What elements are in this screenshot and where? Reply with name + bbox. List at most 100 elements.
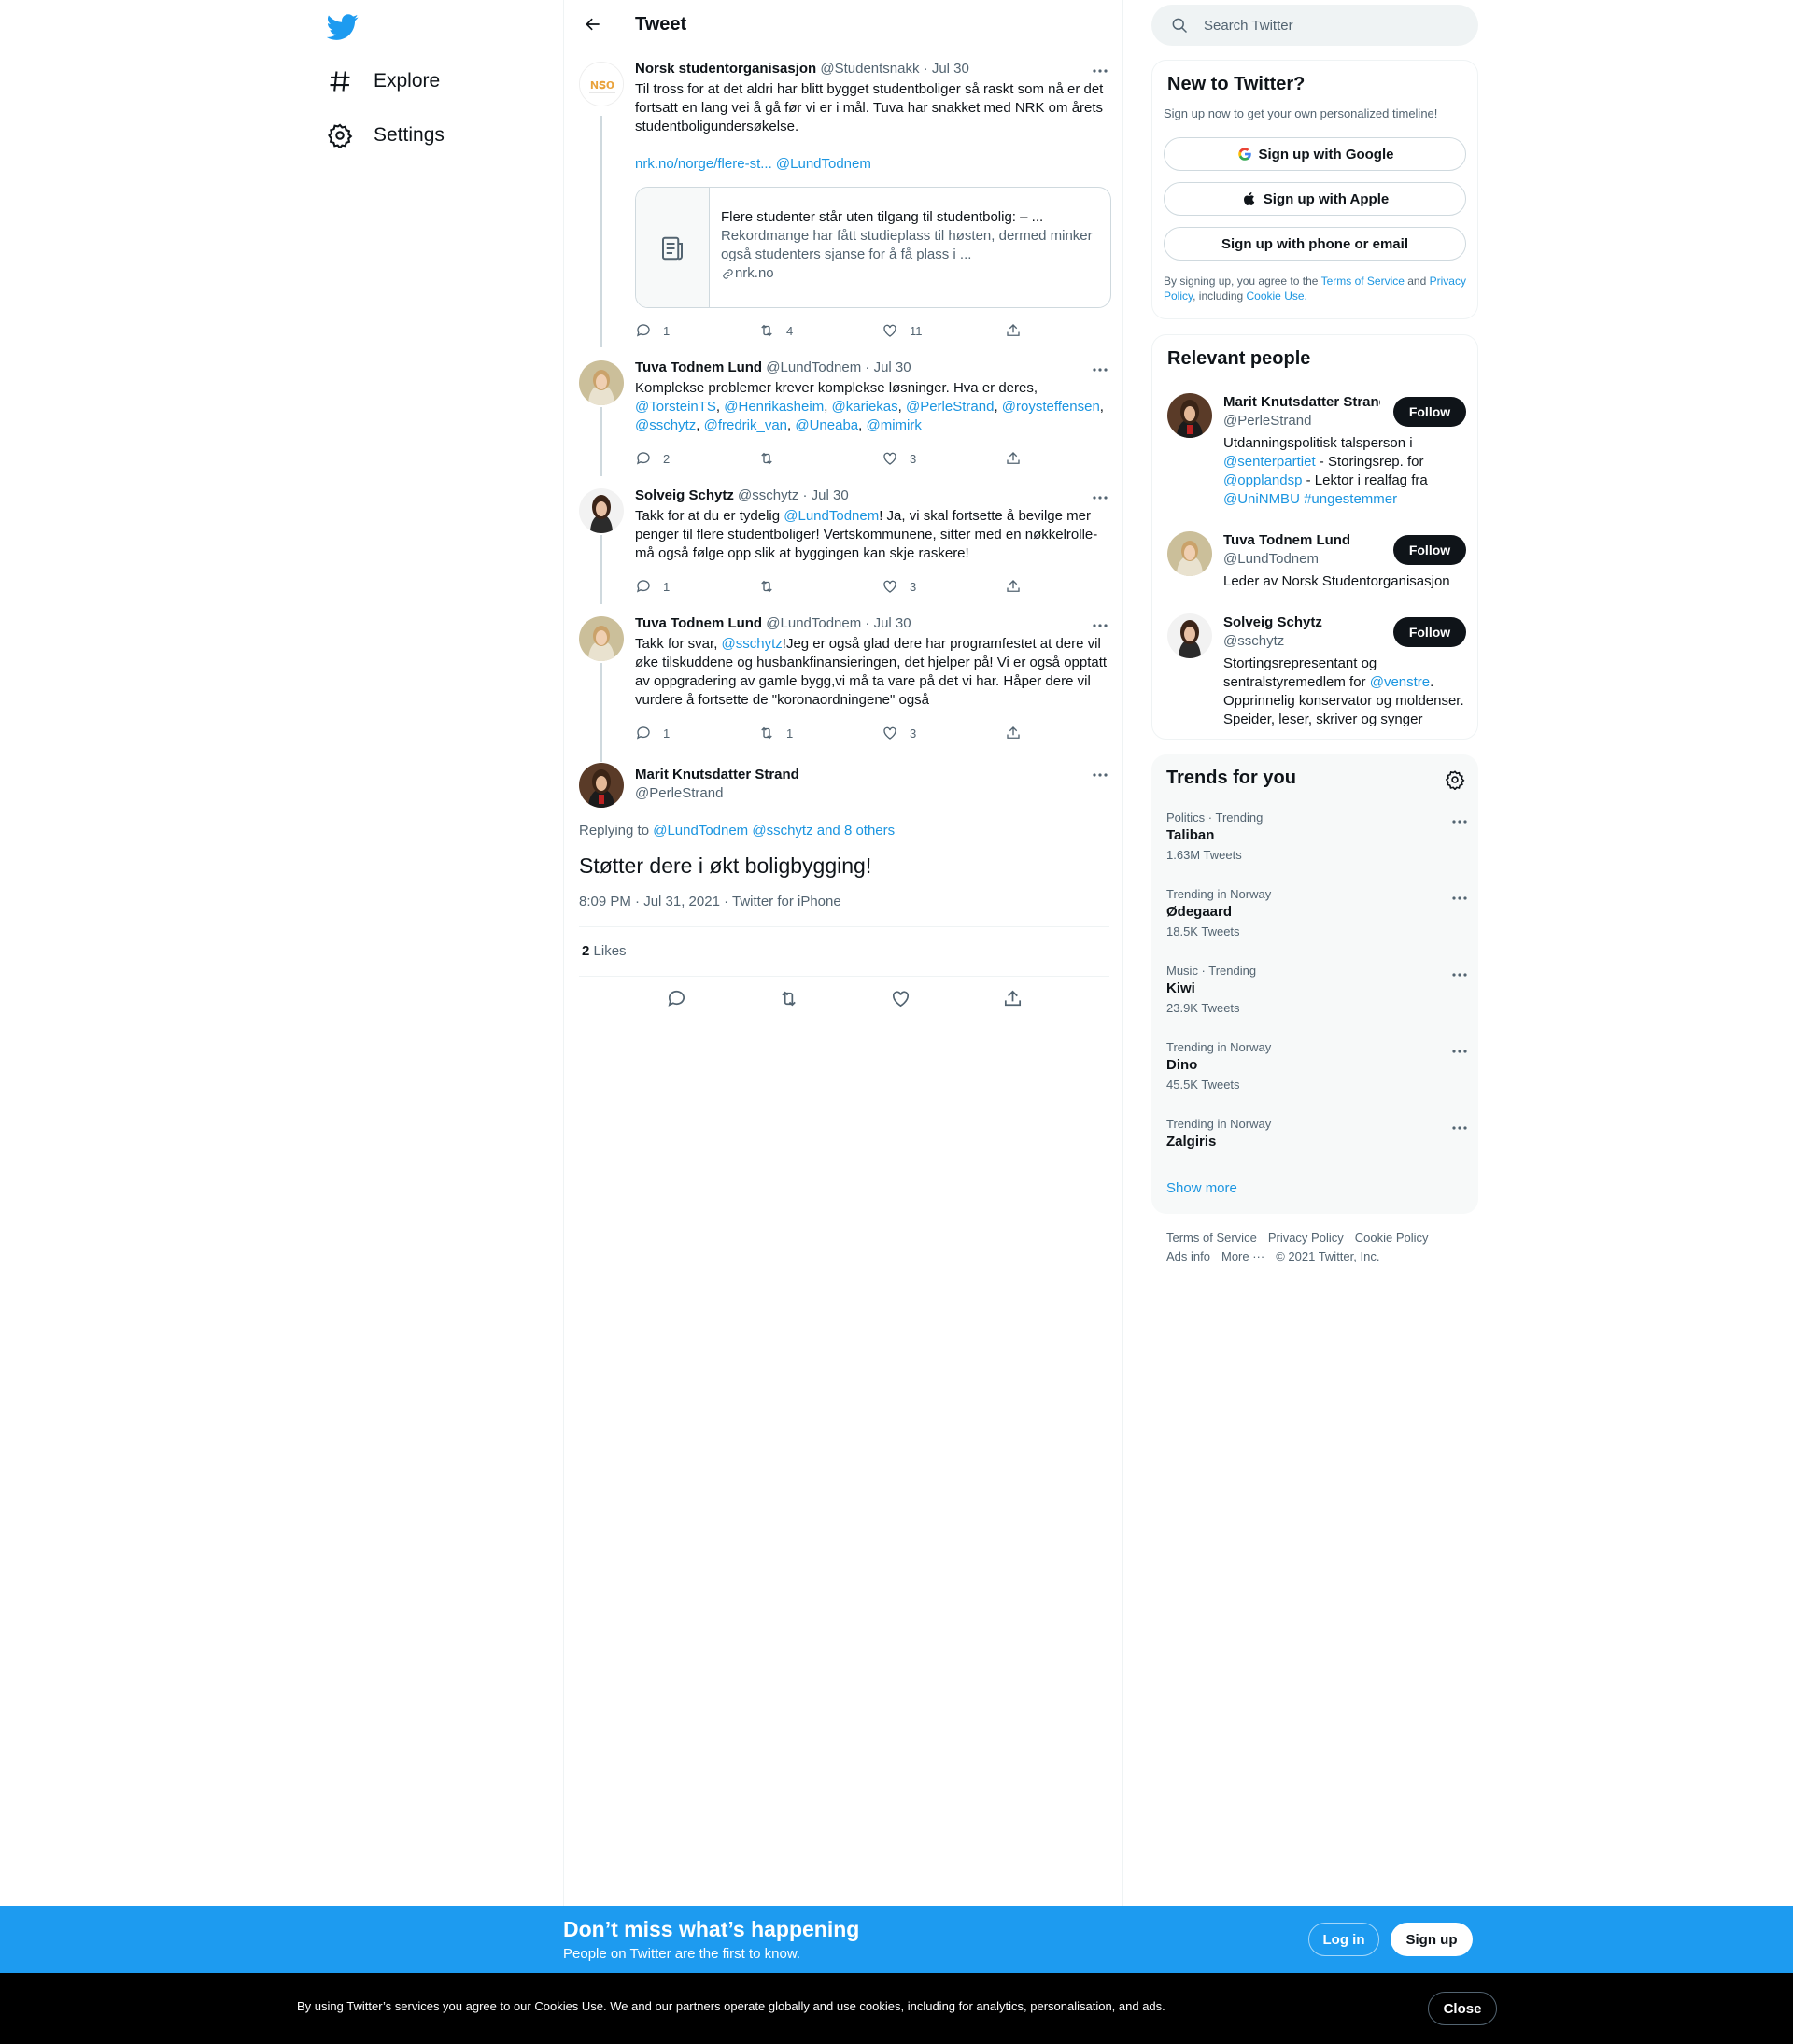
mention-link[interactable]: @roysteffensen — [1002, 399, 1100, 415]
more-options-icon[interactable] — [1450, 966, 1469, 984]
author-name[interactable]: Norsk studentorganisasjon — [635, 61, 816, 77]
mention-link[interactable]: @fredrik_van — [704, 417, 787, 433]
more-options-icon[interactable] — [1091, 360, 1109, 379]
more-options-icon[interactable] — [1450, 1119, 1469, 1137]
author-handle[interactable]: @LundTodnem — [766, 359, 861, 375]
footer-cookie[interactable]: Cookie Policy — [1355, 1231, 1429, 1245]
tweet-1[interactable]: Norsk studentorganisasjon @Studentsnakk … — [635, 60, 1111, 174]
mention-link[interactable]: @LundTodnem — [776, 156, 871, 172]
avatar[interactable] — [579, 360, 624, 405]
avatar[interactable] — [1167, 393, 1212, 438]
follow-button[interactable]: Follow — [1393, 535, 1466, 565]
share-button[interactable] — [1005, 321, 1024, 340]
hashtag-link[interactable]: #ungestemmer — [1304, 491, 1397, 507]
mention-link[interactable]: @Henrikasheim — [724, 399, 824, 415]
tweet-link[interactable]: nrk.no/norge/flere-st... — [635, 156, 772, 172]
avatar[interactable] — [579, 763, 624, 808]
close-button[interactable]: Close — [1428, 1992, 1497, 2025]
signup-button[interactable]: Sign up — [1391, 1923, 1473, 1956]
mention-link[interactable]: @LundTodnem — [784, 508, 879, 524]
mention-link[interactable]: @opplandsp — [1223, 472, 1302, 488]
like-button[interactable]: 3 — [882, 449, 1005, 468]
author-name[interactable]: Tuva Todnem Lund — [635, 615, 762, 631]
person-name[interactable]: Solveig Schytz — [1223, 613, 1380, 632]
share-button[interactable] — [1005, 724, 1024, 742]
trend-item[interactable]: Politics · Trending Taliban 1.63M Tweets — [1166, 811, 1467, 863]
replying-to-link[interactable]: @LundTodnem @sschytz and 8 others — [653, 823, 895, 839]
author-name[interactable]: Marit Knutsdatter Strand — [635, 766, 799, 784]
nav-explore[interactable]: Explore — [327, 58, 440, 105]
focus-author[interactable]: Marit Knutsdatter Strand @PerleStrand — [635, 766, 799, 803]
tweet-date[interactable]: Jul 30 — [812, 487, 849, 503]
search-input[interactable] — [1204, 17, 1465, 34]
mention-link[interactable]: @TorsteinTS — [635, 399, 716, 415]
like-button[interactable]: 3 — [882, 577, 1005, 596]
footer-privacy[interactable]: Privacy Policy — [1268, 1231, 1344, 1245]
person-name[interactable]: Marit Knutsdatter Strand — [1223, 393, 1380, 412]
like-button[interactable]: 11 — [882, 321, 1005, 340]
author-handle[interactable]: @Studentsnakk — [820, 61, 919, 77]
mention-link[interactable]: @senterpartiet — [1223, 454, 1316, 470]
mention-link[interactable]: @Uneaba — [795, 417, 858, 433]
nav-settings[interactable]: Settings — [327, 112, 445, 159]
avatar[interactable] — [1167, 531, 1212, 576]
more-options-icon[interactable] — [1450, 812, 1469, 831]
avatar[interactable] — [579, 616, 624, 661]
tweet-2[interactable]: Tuva Todnem Lund @LundTodnem · Jul 30 Ko… — [635, 359, 1111, 435]
tweet-3[interactable]: Solveig Schytz @sschytz · Jul 30 Takk fo… — [635, 486, 1111, 563]
footer-ads[interactable]: Ads info — [1166, 1249, 1210, 1263]
footer-tos[interactable]: Terms of Service — [1166, 1231, 1257, 1245]
author-handle[interactable]: @sschytz — [738, 487, 798, 503]
link-preview-card[interactable]: Flere studenter står uten tilgang til st… — [635, 187, 1111, 308]
footer-more[interactable]: More ··· — [1221, 1249, 1264, 1263]
follow-button[interactable]: Follow — [1393, 397, 1466, 427]
share-button[interactable] — [1005, 449, 1024, 468]
reply-button[interactable]: 1 — [635, 724, 758, 742]
search-bar[interactable] — [1151, 5, 1478, 46]
tos-link[interactable]: Terms of Service — [1321, 275, 1405, 288]
mention-link[interactable]: @kariekas — [832, 399, 898, 415]
tweet-4[interactable]: Tuva Todnem Lund @LundTodnem · Jul 30 Ta… — [635, 614, 1111, 710]
trend-item[interactable]: Trending in Norway Zalgiris — [1166, 1117, 1467, 1152]
trend-item[interactable]: Trending in Norway Dino 45.5K Tweets — [1166, 1040, 1467, 1092]
cookie-link[interactable]: Cookie Use. — [1247, 289, 1307, 303]
signup-google-button[interactable]: Sign up with Google — [1164, 137, 1466, 171]
person-name[interactable]: Tuva Todnem Lund — [1223, 531, 1380, 550]
reply-icon[interactable] — [666, 988, 687, 1012]
share-button[interactable] — [1005, 577, 1024, 596]
retweet-button[interactable]: 1 — [758, 724, 882, 742]
reply-button[interactable]: 1 — [635, 321, 758, 340]
signup-phone-button[interactable]: Sign up with phone or email — [1164, 227, 1466, 261]
more-options-icon[interactable] — [1450, 1042, 1469, 1061]
likes-stat[interactable]: 2 Likes — [582, 943, 627, 959]
more-options-icon[interactable] — [1091, 616, 1109, 635]
mention-link[interactable]: @PerleStrand — [906, 399, 994, 415]
heart-icon[interactable] — [890, 988, 911, 1012]
author-name[interactable]: Solveig Schytz — [635, 487, 734, 503]
avatar[interactable] — [1167, 613, 1212, 658]
signup-apple-button[interactable]: Sign up with Apple — [1164, 182, 1466, 216]
avatar[interactable]: ɴꜱᴏ — [579, 62, 624, 106]
login-button[interactable]: Log in — [1308, 1923, 1379, 1956]
back-arrow-icon[interactable] — [579, 10, 607, 38]
avatar[interactable] — [579, 488, 624, 533]
share-icon[interactable] — [1002, 988, 1024, 1012]
tweet-timestamp[interactable]: 8:09 PM · Jul 31, 2021 · Twitter for iPh… — [579, 894, 841, 909]
trend-item[interactable]: Music · Trending Kiwi 23.9K Tweets — [1166, 964, 1467, 1016]
mention-link[interactable]: @UniNMBU — [1223, 491, 1300, 507]
follow-button[interactable]: Follow — [1393, 617, 1466, 647]
author-name[interactable]: Tuva Todnem Lund — [635, 359, 762, 375]
like-button[interactable]: 3 — [882, 724, 1005, 742]
gear-icon[interactable] — [1445, 769, 1465, 790]
author-handle[interactable]: @LundTodnem — [766, 615, 861, 631]
retweet-icon[interactable] — [778, 988, 799, 1012]
mention-link[interactable]: @sschytz — [635, 417, 696, 433]
tweet-date[interactable]: Jul 30 — [874, 359, 911, 375]
more-options-icon[interactable] — [1450, 889, 1469, 908]
retweet-button[interactable]: 4 — [758, 321, 882, 340]
retweet-button[interactable] — [758, 449, 882, 468]
reply-button[interactable]: 1 — [635, 577, 758, 596]
more-options-icon[interactable] — [1091, 766, 1109, 784]
more-options-icon[interactable] — [1091, 488, 1109, 507]
more-options-icon[interactable] — [1091, 62, 1109, 80]
